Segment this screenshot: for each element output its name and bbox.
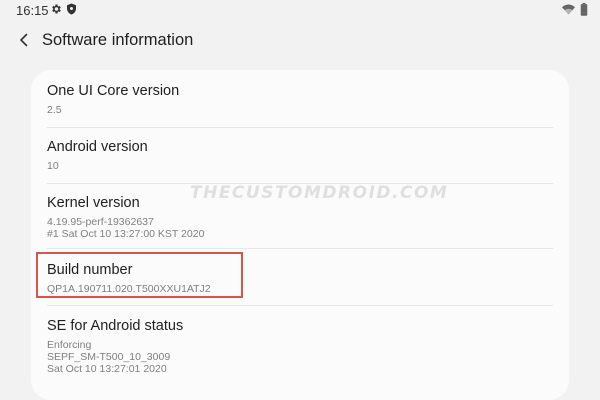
- row-one-ui-core-version[interactable]: One UI Core version 2.5: [47, 81, 553, 116]
- gear-icon: [52, 4, 61, 14]
- watermark: TheCustomDroid.com: [190, 183, 449, 203]
- wifi-icon: [562, 4, 575, 15]
- row-value: SEPF_SM-T500_10_3009: [47, 351, 171, 363]
- chevron-left-icon: [20, 33, 28, 47]
- battery-icon: [580, 3, 588, 16]
- back-button[interactable]: [12, 28, 36, 52]
- row-value: 10: [47, 160, 59, 172]
- row-value: 4.19.95-perf-19362637: [47, 216, 154, 228]
- row-se-for-android-status[interactable]: SE for Android status Enforcing SEPF_SM-…: [47, 316, 553, 375]
- divider: [47, 248, 553, 249]
- row-android-version[interactable]: Android version 10: [47, 137, 553, 172]
- status-time: 16:15: [16, 3, 49, 18]
- info-card: One UI Core version 2.5 Android version …: [31, 70, 569, 400]
- row-value: Sat Oct 10 13:27:01 2020: [47, 363, 167, 375]
- status-bar: 16:15: [0, 0, 600, 22]
- row-value: Enforcing: [47, 339, 92, 351]
- divider: [47, 127, 553, 128]
- app-bar: Software information: [0, 22, 600, 60]
- row-value: QP1A.190711.020.T500XXU1ATJ2: [47, 283, 211, 295]
- shield-icon: [67, 3, 76, 15]
- row-value: 2.5: [47, 104, 62, 116]
- row-title: Build number: [47, 262, 133, 278]
- row-title: SE for Android status: [47, 318, 184, 334]
- page-title: Software information: [42, 31, 194, 49]
- row-title: Android version: [47, 139, 148, 155]
- divider: [47, 305, 553, 306]
- row-title: One UI Core version: [47, 83, 180, 99]
- row-build-number[interactable]: Build number QP1A.190711.020.T500XXU1ATJ…: [47, 260, 553, 295]
- row-value: #1 Sat Oct 10 13:27:00 KST 2020: [47, 228, 205, 240]
